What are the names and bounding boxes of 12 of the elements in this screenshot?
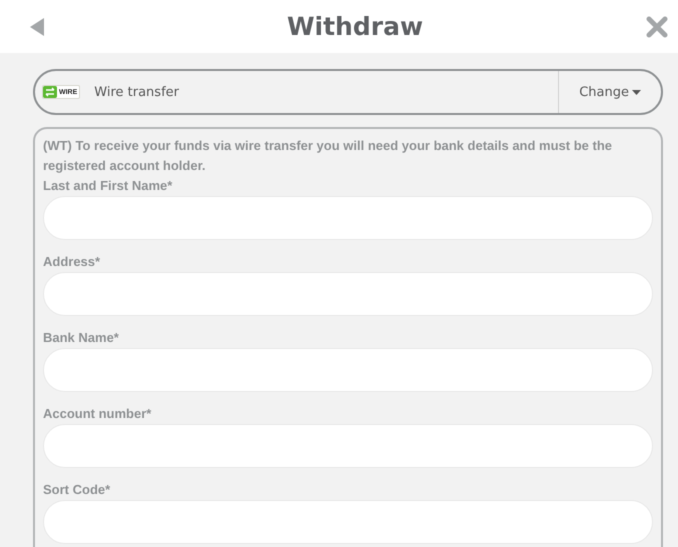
field-label: Sort Code* <box>43 481 112 499</box>
change-button[interactable]: Change <box>558 71 661 113</box>
description-text: (WT) To receive your funds via wire transfer you will need your bank details and must be the registered account holder. <box>43 137 613 175</box>
field-label: Account number* <box>43 405 152 423</box>
field-label: Last and First Name* <box>43 177 174 195</box>
caret-icon <box>632 90 641 94</box>
method-name: Wire transfer <box>94 84 180 100</box>
field-label: Bank Name* <box>43 329 120 347</box>
back-icon[interactable] <box>30 18 44 36</box>
field-label: Address* <box>43 253 102 271</box>
window-title: Withdraw <box>286 12 424 41</box>
close-icon[interactable] <box>646 16 668 38</box>
